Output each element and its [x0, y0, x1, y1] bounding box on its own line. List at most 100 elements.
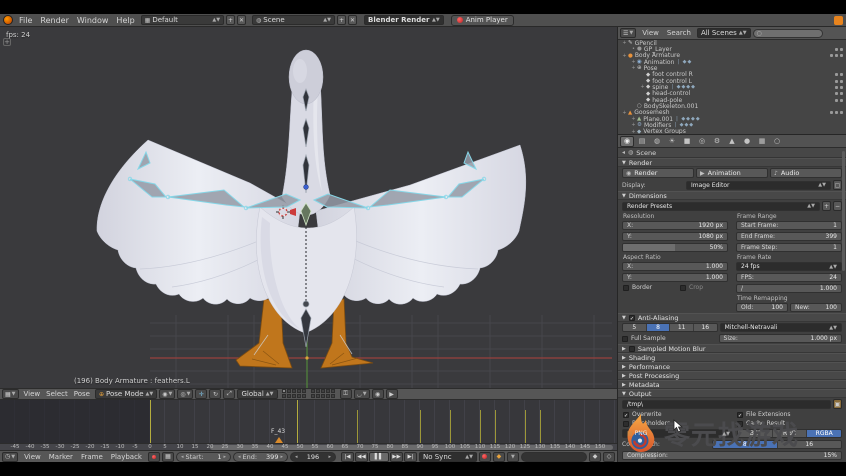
manipulator-scale-button[interactable]: ⤢ [223, 389, 235, 399]
autokey-mode-button[interactable]: ▦ [162, 452, 174, 462]
keyframe-line[interactable] [420, 410, 421, 443]
file-extensions-checkbox[interactable]: ✓File Extensions [732, 410, 846, 419]
preset-add-button[interactable]: + [822, 201, 831, 211]
aspect-x-field[interactable]: X:1.000 [622, 262, 728, 271]
manipulator-rotate-button[interactable]: ↻ [209, 389, 221, 399]
panel-header-render[interactable]: ▼ Render [618, 158, 846, 167]
expander-icon[interactable]: + [630, 129, 637, 135]
render-animation-button[interactable]: ▶Animation [696, 168, 768, 178]
properties-editor[interactable]: ◉▤◍☀■◎⚙▲●▦○ ◂ ◍ Scene ▼ Render ◉Render ▶… [618, 135, 846, 461]
channel-rgba[interactable]: RGBA [807, 430, 841, 437]
cache-result-checkbox[interactable]: Cache Result [732, 419, 846, 428]
anim-player-button[interactable]: Anim Player [451, 15, 514, 26]
fps-field[interactable]: FPS:24 [736, 273, 842, 282]
properties-tab-object[interactable]: ■ [680, 136, 694, 147]
timeline-ruler[interactable]: -45-40-35-30-25-20-15-10-505101520253035… [0, 443, 617, 450]
scene-dropdown[interactable]: ◍ Scene ▲▼ [252, 15, 335, 25]
layer-toggle[interactable] [316, 389, 320, 393]
jump-to-end-button[interactable]: ▶| [404, 452, 417, 462]
expander-icon[interactable]: + [621, 110, 628, 116]
layer-toggle[interactable] [287, 394, 291, 398]
preset-remove-button[interactable]: − [833, 201, 842, 211]
resolution-y-field[interactable]: Y:1080 px [622, 232, 728, 241]
folder-icon[interactable]: ▣ [833, 399, 842, 409]
editor-type-button[interactable]: ▦▼ [2, 389, 19, 399]
render-engine-dropdown[interactable]: Blender Render ▲▼ [364, 15, 444, 25]
aa-sample-11[interactable]: 11 [670, 324, 694, 331]
layer-toggle[interactable] [282, 394, 286, 398]
overwrite-checkbox[interactable]: ✓Overwrite [618, 410, 732, 419]
timeline-menu-frame[interactable]: Frame [77, 453, 107, 461]
properties-tab-modifiers[interactable]: ⚙ [710, 136, 724, 147]
layer-toggle[interactable] [287, 389, 291, 393]
expander-icon[interactable]: + [630, 65, 637, 71]
snap-magnet-button[interactable]: ◡▼ [354, 389, 370, 399]
panel-header-performance[interactable]: ▶Performance [618, 362, 846, 371]
menu-help[interactable]: Help [112, 16, 138, 25]
timeline-menu-view[interactable]: View [20, 453, 45, 461]
visibility-toggles[interactable] [835, 92, 843, 95]
add-scene-button[interactable]: + [337, 15, 346, 25]
compression-slider[interactable]: Compression: 15% [622, 451, 842, 460]
depth-16[interactable]: 16 [778, 441, 842, 448]
fps-base-field[interactable]: /1.000 [736, 284, 842, 293]
expander-icon[interactable]: + [630, 59, 637, 65]
expander-icon[interactable]: + [621, 40, 628, 46]
layer-toggle[interactable] [302, 389, 306, 393]
visibility-toggles[interactable] [835, 80, 843, 83]
menu-file[interactable]: File [15, 16, 36, 25]
viewport-menu-select[interactable]: Select [43, 390, 71, 398]
display-extra-button[interactable]: ▢ [833, 180, 842, 190]
layer-toggle[interactable] [282, 389, 286, 393]
layer-toggle[interactable] [331, 389, 335, 393]
layer-toggle[interactable] [292, 389, 296, 393]
panel-header-post-processing[interactable]: ▶Post Processing [618, 371, 846, 380]
render-button[interactable]: ◉Render [622, 168, 694, 178]
outliner-search-input[interactable]: ○ [753, 29, 823, 38]
properties-tab-constraints[interactable]: ◎ [695, 136, 709, 147]
close-layout-button[interactable]: ✕ [237, 15, 246, 25]
resolution-x-field[interactable]: X:1920 px [622, 221, 728, 230]
timeline-graph[interactable]: F_43 [0, 400, 617, 443]
properties-scrollbar[interactable] [842, 151, 845, 271]
outliner-editor[interactable]: ☰▼ ViewSearch All Scenes▲▼ ○ +✎GPencil•●… [618, 27, 846, 135]
remap-old-field[interactable]: Old:100 [736, 303, 788, 312]
panel-header-dimensions[interactable]: ▼ Dimensions [618, 191, 846, 200]
resolution-percentage-slider[interactable]: 50% [622, 243, 728, 252]
panel-header-shading[interactable]: ▶Shading [618, 353, 846, 362]
panel-header-output[interactable]: ▼ Output [618, 389, 846, 398]
viewport-menu-pose[interactable]: Pose [71, 390, 93, 398]
timeline-menu-playback[interactable]: Playback [107, 453, 146, 461]
expander-icon[interactable]: + [630, 122, 637, 128]
properties-tab-texture[interactable]: ▦ [755, 136, 769, 147]
border-checkbox[interactable]: Border [618, 283, 675, 292]
aa-samples-segment[interactable]: 581116 [622, 323, 718, 332]
aa-size-field[interactable]: Size:1.000 px [719, 334, 842, 343]
mode-dropdown[interactable]: ⊕ Pose Mode ▲▼ [95, 389, 157, 399]
render-audio-button[interactable]: ♪Audio [770, 168, 842, 178]
inline-icons[interactable]: | ◆◆ [677, 59, 692, 65]
properties-tab-render-layers[interactable]: ▤ [635, 136, 649, 147]
pivot-dropdown[interactable]: ◎▼ [177, 389, 193, 399]
keyframe-line[interactable] [495, 410, 496, 443]
visibility-toggles[interactable] [830, 111, 843, 114]
color-depth-segment[interactable]: 816 [712, 440, 842, 449]
visibility-toggles[interactable] [835, 48, 843, 51]
aa-sample-8[interactable]: 8 [647, 324, 671, 331]
orientation-dropdown[interactable]: Global ▲▼ [237, 389, 277, 399]
frame-rate-preset-dropdown[interactable]: 24 fps▲▼ [736, 262, 842, 271]
jump-to-start-button[interactable]: |◀ [341, 452, 354, 462]
keyframe-line[interactable] [480, 410, 481, 443]
current-frame-field[interactable]: ◂196▸ [290, 452, 336, 462]
frame-step-field[interactable]: Frame Step:1 [736, 243, 842, 252]
antialiasing-checkbox[interactable]: ✓ [629, 315, 635, 321]
keying-set-icon[interactable]: ◆ [493, 452, 505, 462]
shading-dropdown[interactable]: ◉▼ [159, 389, 175, 399]
layer-toggle[interactable] [321, 389, 325, 393]
outliner-item-label[interactable]: Vertex Groups [643, 128, 686, 135]
keyframe-line[interactable] [525, 410, 526, 443]
visibility-toggles[interactable] [835, 73, 843, 76]
layer-toggle[interactable] [292, 394, 296, 398]
prev-keyframe-button[interactable]: ◀◀ [355, 452, 368, 462]
output-path-field[interactable]: /tmp\ [622, 400, 831, 409]
